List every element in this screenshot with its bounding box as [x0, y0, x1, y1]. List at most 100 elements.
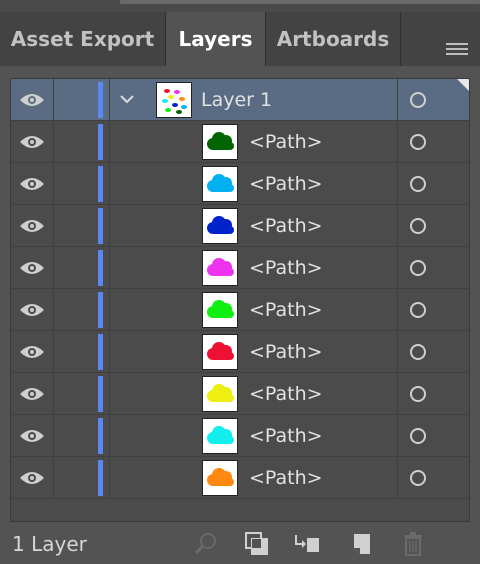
column-separator	[397, 331, 398, 372]
column-separator	[397, 163, 398, 204]
chevron-down-icon[interactable]	[119, 91, 135, 107]
eye-icon[interactable]	[19, 302, 45, 318]
cloud-shape-icon	[207, 342, 234, 360]
column-separator	[109, 121, 110, 162]
layer-color-bar	[98, 292, 103, 328]
layer-color-bar	[98, 334, 103, 370]
eye-icon[interactable]	[19, 218, 45, 234]
layer-color-bar	[98, 418, 103, 454]
layer-color-bar	[98, 124, 103, 160]
layer-color-bar	[98, 250, 103, 286]
target-circle-icon[interactable]	[410, 344, 426, 360]
target-circle-icon[interactable]	[410, 428, 426, 444]
layer-color-bar	[98, 166, 103, 202]
column-separator	[109, 205, 110, 246]
path-thumbnail	[202, 250, 238, 286]
target-circle-icon[interactable]	[410, 470, 426, 486]
eye-icon[interactable]	[19, 428, 45, 444]
path-name[interactable]: <Path>	[249, 415, 323, 457]
column-separator	[109, 457, 110, 498]
locate-object-icon[interactable]	[192, 530, 220, 558]
make-clipping-mask-icon[interactable]	[243, 530, 271, 558]
column-separator	[53, 457, 54, 498]
cloud-shape-icon	[207, 132, 234, 150]
path-row[interactable]: <Path>	[11, 373, 469, 415]
target-circle-icon[interactable]	[410, 260, 426, 276]
path-name[interactable]: <Path>	[249, 457, 323, 499]
path-row[interactable]: <Path>	[11, 205, 469, 247]
column-separator	[53, 121, 54, 162]
cloud-shape-icon	[207, 174, 234, 192]
tab-artboards[interactable]: Artboards	[266, 12, 400, 66]
column-separator	[53, 205, 54, 246]
path-row[interactable]: <Path>	[11, 121, 469, 163]
column-separator	[53, 415, 54, 456]
path-thumbnail	[202, 208, 238, 244]
cloud-shape-icon	[207, 216, 234, 234]
create-new-layer-icon[interactable]	[348, 530, 376, 558]
column-separator	[53, 163, 54, 204]
path-name[interactable]: <Path>	[249, 205, 323, 247]
path-row[interactable]: <Path>	[11, 331, 469, 373]
path-thumbnail	[202, 376, 238, 412]
column-separator	[397, 121, 398, 162]
eye-icon[interactable]	[19, 92, 45, 108]
target-circle-icon[interactable]	[410, 218, 426, 234]
path-row[interactable]: <Path>	[11, 163, 469, 205]
eye-icon[interactable]	[19, 344, 45, 360]
eye-icon[interactable]	[19, 260, 45, 276]
path-row[interactable]: <Path>	[11, 247, 469, 289]
target-circle-icon[interactable]	[410, 302, 426, 318]
column-separator	[109, 163, 110, 204]
column-separator	[109, 415, 110, 456]
path-name[interactable]: <Path>	[249, 331, 323, 373]
cloud-shape-icon	[207, 300, 234, 318]
path-thumbnail	[202, 124, 238, 160]
target-circle-icon[interactable]	[410, 386, 426, 402]
column-separator	[53, 247, 54, 288]
path-thumbnail	[202, 334, 238, 370]
layer-row[interactable]: Layer 1	[11, 79, 469, 121]
layer-thumbnail-art	[162, 89, 187, 114]
target-circle-icon[interactable]	[410, 92, 426, 108]
path-name[interactable]: <Path>	[249, 163, 323, 205]
path-row[interactable]: <Path>	[11, 457, 469, 499]
top-strip-segment	[120, 0, 480, 4]
hamburger-menu-icon[interactable]	[446, 43, 468, 59]
eye-icon[interactable]	[19, 134, 45, 150]
column-separator	[53, 373, 54, 414]
path-name[interactable]: <Path>	[249, 373, 323, 415]
path-thumbnail	[202, 418, 238, 454]
path-thumbnail	[202, 292, 238, 328]
tab-asset-export[interactable]: Asset Export	[0, 12, 165, 66]
path-name[interactable]: <Path>	[249, 247, 323, 289]
layer-color-bar	[98, 460, 103, 496]
column-separator	[397, 205, 398, 246]
tab-separator	[400, 12, 401, 66]
eye-icon[interactable]	[19, 176, 45, 192]
path-row[interactable]: <Path>	[11, 415, 469, 457]
layer-color-bar	[98, 376, 103, 412]
tab-layers[interactable]: Layers	[166, 12, 265, 66]
layer-count: 1 Layer	[12, 532, 87, 556]
path-name[interactable]: <Path>	[249, 121, 323, 163]
panel-footer: 1 Layer	[0, 524, 480, 564]
column-separator	[109, 331, 110, 372]
path-name[interactable]: <Path>	[249, 289, 323, 331]
layer-name[interactable]: Layer 1	[201, 79, 272, 121]
eye-icon[interactable]	[19, 470, 45, 486]
path-thumbnail	[202, 460, 238, 496]
column-separator	[397, 457, 398, 498]
window-top-strip	[0, 0, 480, 12]
delete-icon[interactable]	[399, 530, 427, 558]
column-separator	[397, 79, 398, 120]
create-sublayer-icon[interactable]	[293, 530, 321, 558]
target-circle-icon[interactable]	[410, 176, 426, 192]
column-separator	[109, 373, 110, 414]
eye-icon[interactable]	[19, 386, 45, 402]
column-separator	[397, 415, 398, 456]
target-circle-icon[interactable]	[410, 134, 426, 150]
panel-tab-bar: Asset Export Layers Artboards	[0, 12, 480, 66]
path-row[interactable]: <Path>	[11, 289, 469, 331]
column-separator	[397, 373, 398, 414]
